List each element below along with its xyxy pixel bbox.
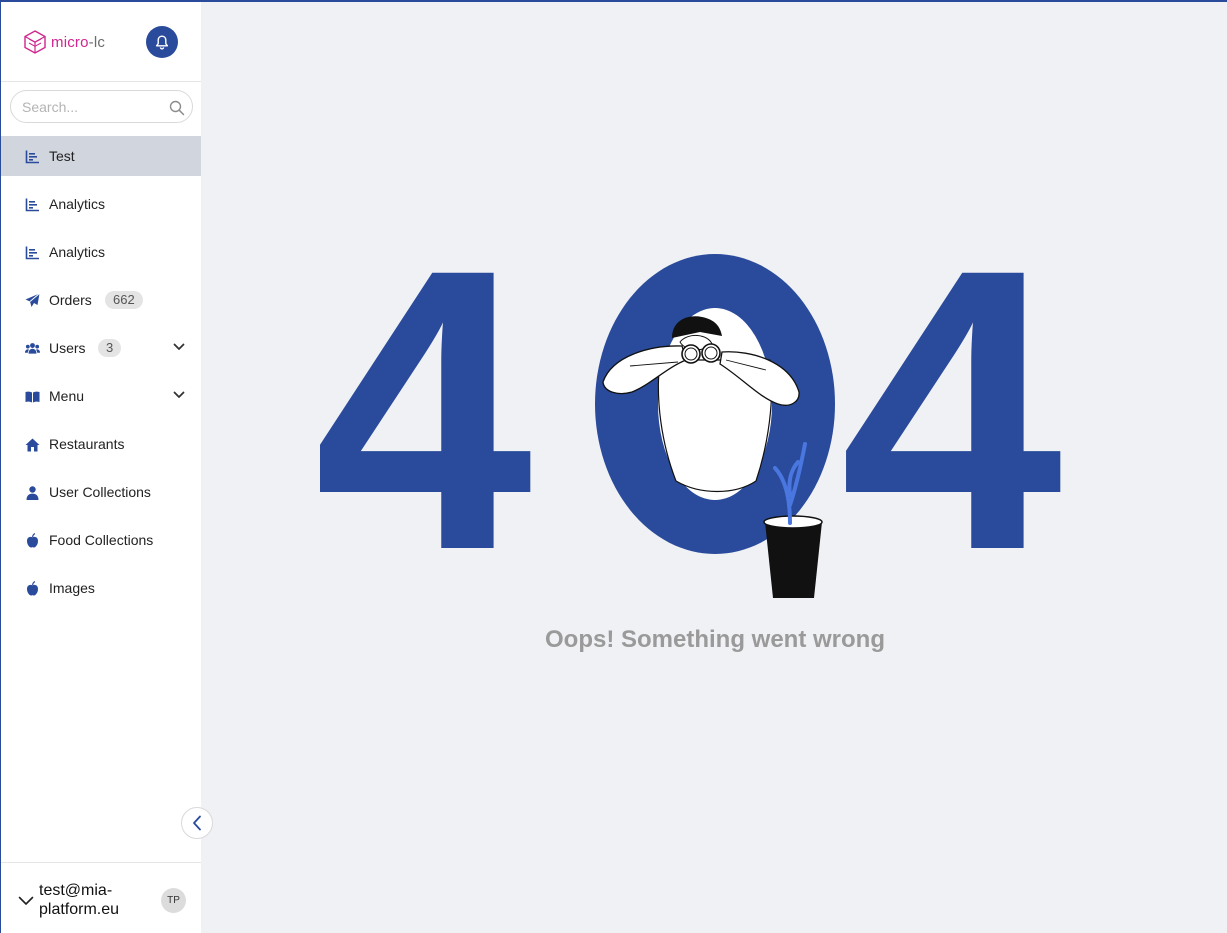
- search-icon[interactable]: [169, 100, 185, 116]
- sidebar-menu: Test Analytics Analytics Orders 662 User…: [1, 136, 201, 616]
- apple-icon: [25, 581, 40, 596]
- error-code-digit-1: 4: [320, 250, 535, 610]
- logo[interactable]: micro-lc: [24, 29, 105, 55]
- sidebar-item-food-collections[interactable]: Food Collections: [1, 520, 201, 560]
- sidebar-item-label: Analytics: [49, 196, 106, 212]
- logo-cube-icon: [24, 30, 46, 54]
- collapse-sidebar-button[interactable]: [181, 807, 213, 839]
- sidebar-header: micro-lc: [1, 2, 201, 82]
- user-icon: [25, 485, 40, 500]
- bar-chart-icon: [25, 197, 40, 212]
- logo-text: micro-lc: [51, 33, 106, 51]
- bell-icon: [155, 35, 169, 50]
- sidebar-item-label: User Collections: [49, 484, 151, 500]
- notifications-button[interactable]: [146, 26, 178, 58]
- sidebar-item-menu[interactable]: Menu: [1, 376, 201, 416]
- bar-chart-icon: [25, 245, 40, 260]
- users-count-badge: 3: [98, 339, 122, 357]
- sidebar-item-label: Food Collections: [49, 532, 154, 548]
- chevron-down-icon[interactable]: [173, 390, 185, 400]
- sidebar-item-label: Test: [49, 148, 75, 164]
- sidebar-item-user-collections[interactable]: User Collections: [1, 472, 201, 512]
- sidebar-item-analytics[interactable]: Analytics: [1, 184, 201, 224]
- chevron-left-icon: [193, 815, 201, 831]
- search-input[interactable]: [22, 97, 162, 117]
- apple-icon: [25, 533, 40, 548]
- sidebar-item-restaurants[interactable]: Restaurants: [1, 424, 201, 464]
- sidebar-item-label: Menu: [49, 388, 85, 404]
- error-code-digit-3: 4: [840, 250, 1065, 610]
- sidebar-item-images[interactable]: Images: [1, 568, 201, 608]
- sidebar-item-orders[interactable]: Orders 662: [1, 280, 201, 320]
- sidebar: micro-lc Test Analytics: [0, 2, 201, 933]
- users-icon: [25, 341, 40, 356]
- sidebar-item-label: Orders: [49, 292, 92, 308]
- sidebar-item-label: Analytics: [49, 244, 106, 260]
- chevron-down-icon[interactable]: [18, 896, 34, 906]
- sidebar-item-label: Restaurants: [49, 436, 125, 452]
- sidebar-item-label: Images: [49, 580, 95, 596]
- error-message: Oops! Something went wrong: [545, 626, 885, 653]
- search-box: [10, 90, 193, 123]
- bar-chart-icon: [25, 149, 40, 164]
- orders-count-badge: 662: [105, 291, 143, 309]
- error-404-illustration: 4 4: [320, 250, 1065, 610]
- sidebar-item-test[interactable]: Test: [1, 136, 201, 176]
- chevron-down-icon[interactable]: [173, 342, 185, 352]
- user-email: test@mia-platform.eu: [39, 882, 120, 918]
- avatar[interactable]: TP: [161, 888, 186, 913]
- paper-plane-icon: [25, 293, 40, 308]
- home-icon: [25, 437, 40, 452]
- sidebar-item-users[interactable]: Users 3: [1, 328, 201, 368]
- sidebar-item-label: Users: [49, 340, 86, 356]
- user-menu[interactable]: test@mia-platform.eu TP: [1, 862, 201, 933]
- sidebar-item-analytics-2[interactable]: Analytics: [1, 232, 201, 272]
- book-icon: [25, 389, 40, 404]
